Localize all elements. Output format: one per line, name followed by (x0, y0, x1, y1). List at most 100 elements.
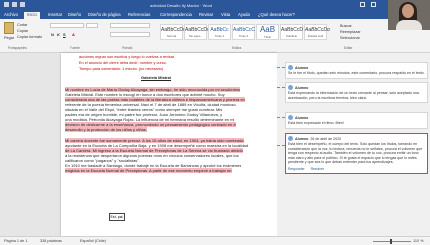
tab-insertar[interactable]: Insertar (48, 12, 62, 17)
style-name: Título 1 (214, 34, 225, 38)
comment-card[interactable]: Alumno Está expresando la información de… (285, 82, 428, 104)
style-title[interactable]: AaB Título (256, 24, 279, 40)
paste-button[interactable]: Pegar (4, 36, 14, 40)
comment-date: 26 de abril de 2020 (310, 136, 342, 141)
bold-button[interactable]: N (51, 32, 54, 37)
clipboard-group-label: Portapapeles (8, 46, 27, 50)
font-size-select[interactable] (86, 23, 98, 28)
style-subtle-emphasis[interactable]: AaBbCcDo Énfasis sutil (304, 24, 330, 40)
style-heading2[interactable]: AaBbCcC Título 2 (232, 24, 255, 40)
find-button[interactable]: Buscar (340, 24, 352, 28)
zoom-level[interactable]: 110 % (413, 239, 423, 243)
tab-referencias[interactable]: Referencias (128, 12, 150, 17)
bullet-item: En el anuncio del cierre deba decir: nom… (79, 61, 167, 65)
avatar (288, 136, 293, 141)
comments-pane: Alumno Se le fue el titulo, quedan seis … (277, 53, 430, 236)
format-painter-button[interactable]: Copiar formato (17, 35, 42, 39)
tab-correspondencia[interactable]: Correspondencia (160, 12, 192, 17)
reply-button[interactable]: Responder (288, 167, 305, 171)
tell-me-search[interactable]: ¿Qué desea hacer? (258, 12, 295, 17)
cut-button[interactable]: Cortar (17, 23, 28, 27)
comment-card-active[interactable]: Alumno 26 de abril de 2020 Está bien el … (285, 133, 428, 174)
editing-group-label: Editar (344, 46, 353, 50)
replace-button[interactable]: Reemplazar (340, 30, 360, 34)
comment-text: Se le fue el titulo, quedan seis minutos… (288, 71, 425, 75)
comment-text: Está expresando la información de un tex… (288, 91, 419, 100)
style-subtitle[interactable]: AaBbCcD Subtítulo (280, 24, 303, 40)
font-name-select[interactable] (50, 23, 84, 28)
bullet-item: acciones orgnar son escritos y luego lo … (79, 55, 176, 59)
page-indicator[interactable]: Página 1 de 1 (4, 239, 27, 243)
person-face (402, 4, 414, 18)
style-sample: AaBbCc (210, 27, 229, 33)
style-name: Normal (166, 34, 176, 38)
resolve-button[interactable]: Resolver (311, 167, 324, 171)
webcam-overlay (388, 0, 430, 30)
paste-icon[interactable] (4, 22, 14, 34)
italic-button[interactable]: K (57, 32, 60, 37)
document-heading: Gabriela Mistral (141, 75, 172, 80)
comment-text: Está bien expresado el ritmo. Bien! (288, 121, 344, 125)
avatar (288, 65, 293, 70)
tab-archivo[interactable]: Archivo (4, 12, 18, 17)
paragraph-line: desarrollo y la protección de los niños … (65, 127, 147, 132)
font-color-button[interactable]: A (72, 32, 75, 37)
font-group-label: Fuente (70, 46, 80, 50)
style-name: Título (264, 35, 271, 39)
select-button[interactable]: Seleccionar (340, 36, 360, 40)
style-sample: AaBbCcD (281, 27, 303, 33)
avatar (288, 85, 293, 90)
style-sample: AaBbCcC (233, 27, 255, 33)
tab-diseno-pagina[interactable]: Diseño de página (88, 12, 121, 17)
redo-icon[interactable] (20, 2, 25, 7)
quick-access-toolbar (4, 2, 25, 7)
style-no-spacing[interactable]: AaBbCcDc Sin espa... (184, 24, 210, 40)
comment-connector (277, 67, 285, 68)
word-count-tooltip: Est. pal. (109, 213, 125, 221)
status-bar: Página 1 de 1 338 palabras Español (Chil… (0, 236, 430, 245)
avatar (288, 115, 293, 120)
minimize-icon[interactable] (360, 2, 365, 7)
comment-connector (277, 117, 285, 118)
title-bar: actividad Desafio Ify Marlon · Word (0, 0, 430, 10)
tab-diseno[interactable]: Diseño (68, 12, 81, 17)
align-buttons[interactable] (110, 32, 150, 37)
paragraph-line: exigidos en la Escuela Normal de Precept… (65, 168, 232, 173)
maximize-icon[interactable] (371, 2, 376, 7)
comment-author: Alumno (295, 85, 309, 90)
person-body (396, 20, 422, 30)
word-count[interactable]: 338 palabras (40, 239, 62, 243)
style-heading1[interactable]: AaBbCc Título 1 (208, 24, 231, 40)
comment-author: Alumno (295, 65, 309, 70)
comment-card[interactable]: Alumno Está bien expresado el ritmo. Bie… (285, 112, 428, 129)
style-name: Subtítulo (285, 34, 298, 38)
tab-ayuda[interactable]: Ayuda (238, 12, 250, 17)
ribbon-tabs: Archivo Inicio Insertar Diseño Diseño de… (0, 10, 430, 19)
window-title: actividad Desafio Ify Marlon · Word (150, 3, 213, 8)
underline-button[interactable]: S (63, 32, 66, 37)
comment-text: Está bien el desempeño, el cuerpo del te… (288, 142, 423, 165)
copy-button[interactable]: Copiar (17, 29, 28, 33)
style-normal[interactable]: AaBbCcDc Normal (160, 24, 185, 40)
styles-group-label: Estilos (232, 46, 242, 50)
style-sample: AaBbCcDo (305, 27, 330, 33)
document-canvas: acciones orgnar son escritos y luego lo … (0, 53, 430, 236)
zoom-slider-thumb[interactable] (390, 239, 392, 244)
save-icon[interactable] (4, 2, 9, 7)
tab-vista[interactable]: Vista (221, 12, 230, 17)
style-name: Sin espa... (188, 34, 203, 38)
document-page[interactable]: acciones orgnar son escritos y luego lo … (61, 53, 277, 236)
undo-icon[interactable] (12, 2, 17, 7)
tab-revisar[interactable]: Revisar (199, 12, 213, 17)
style-sample: AaBbCcDc (185, 27, 210, 33)
style-sample: AaB (259, 25, 276, 34)
tab-inicio[interactable]: Inicio (24, 12, 40, 19)
paragraph-group-label: Párrafo (122, 46, 133, 50)
comment-author: Alumno (295, 136, 309, 141)
comment-card[interactable]: Alumno Se le fue el titulo, quedan seis … (285, 62, 428, 79)
list-buttons[interactable] (110, 23, 150, 28)
ribbon: Pegar Cortar Copiar Copiar formato Porta… (0, 19, 430, 53)
comment-connector (277, 87, 285, 88)
zoom-slider[interactable] (373, 241, 411, 242)
language-indicator[interactable]: Español (Chile) (80, 239, 106, 243)
